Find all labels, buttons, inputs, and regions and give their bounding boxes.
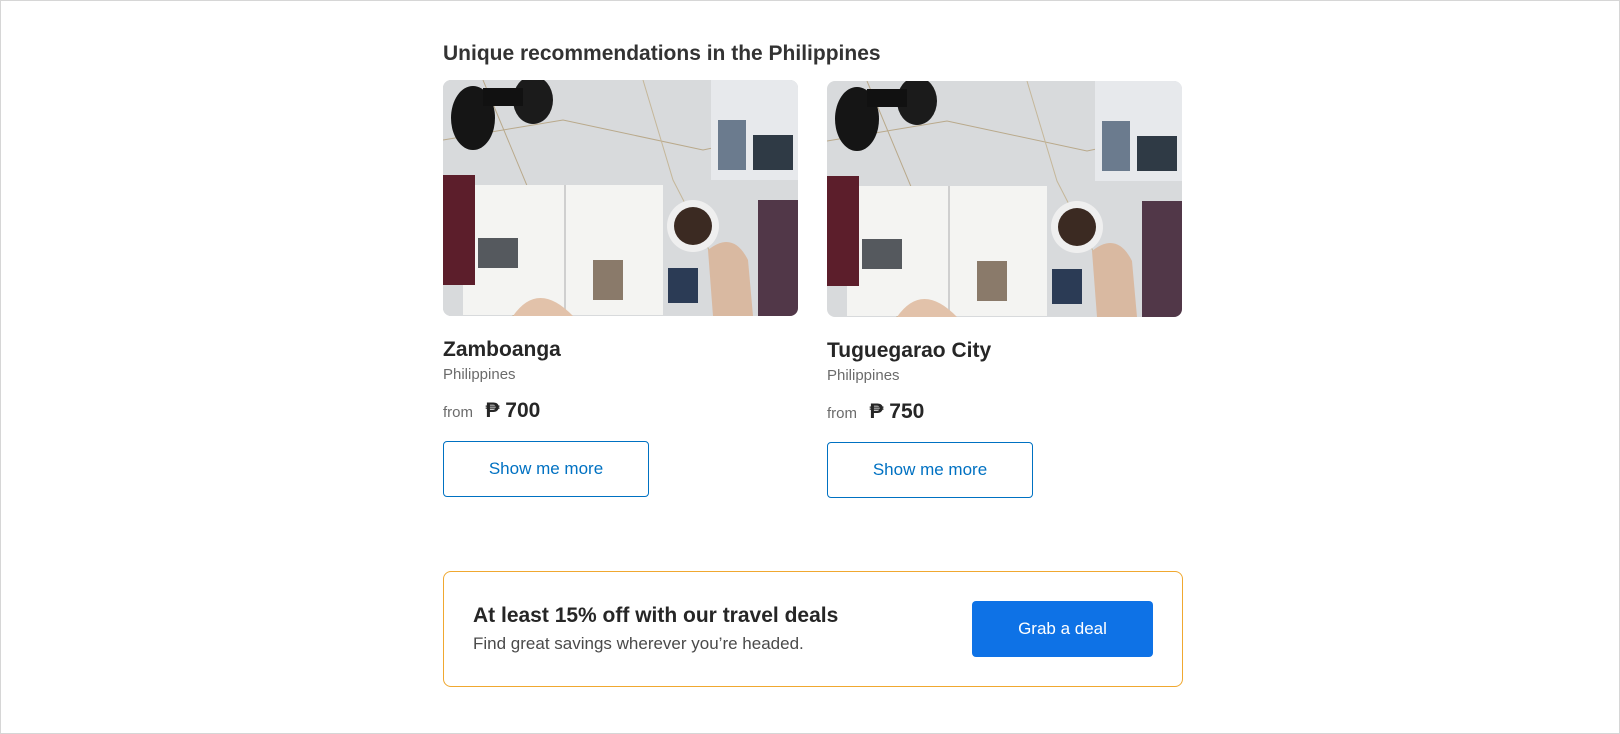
price-from-label: from [443,404,473,421]
deal-subtitle: Find great savings wherever you’re heade… [473,634,804,653]
destination-photo[interactable] [443,80,798,316]
grab-deal-button[interactable]: Grab a deal [972,601,1153,657]
price-row: from ₱ 700 [443,397,798,425]
destination-photo[interactable] [827,81,1182,317]
section-title: Unique recommendations in the Philippine… [443,42,881,65]
price-amount: ₱ 750 [869,400,925,423]
price-from-label: from [827,405,857,422]
destination-title[interactable]: Zamboanga [443,337,798,363]
price-row: from ₱ 750 [827,398,1182,426]
destination-title[interactable]: Tuguegarao City [827,338,1182,364]
show-more-button[interactable]: Show me more [827,442,1033,498]
destination-card: Zamboanga Philippines from ₱ 700 Show me… [443,80,798,497]
price-amount: ₱ 700 [485,399,541,422]
destination-country: Philippines [827,367,900,384]
travel-deal-banner: At least 15% off with our travel deals F… [443,571,1183,687]
destination-country: Philippines [443,366,516,383]
deal-title: At least 15% off with our travel deals [473,604,839,627]
destination-card: Tuguegarao City Philippines from ₱ 750 S… [827,81,1182,498]
show-more-button[interactable]: Show me more [443,441,649,497]
card-list: Zamboanga Philippines from ₱ 700 Show me… [443,80,1183,520]
recommendations-section: Unique recommendations in the Philippine… [443,40,1183,520]
